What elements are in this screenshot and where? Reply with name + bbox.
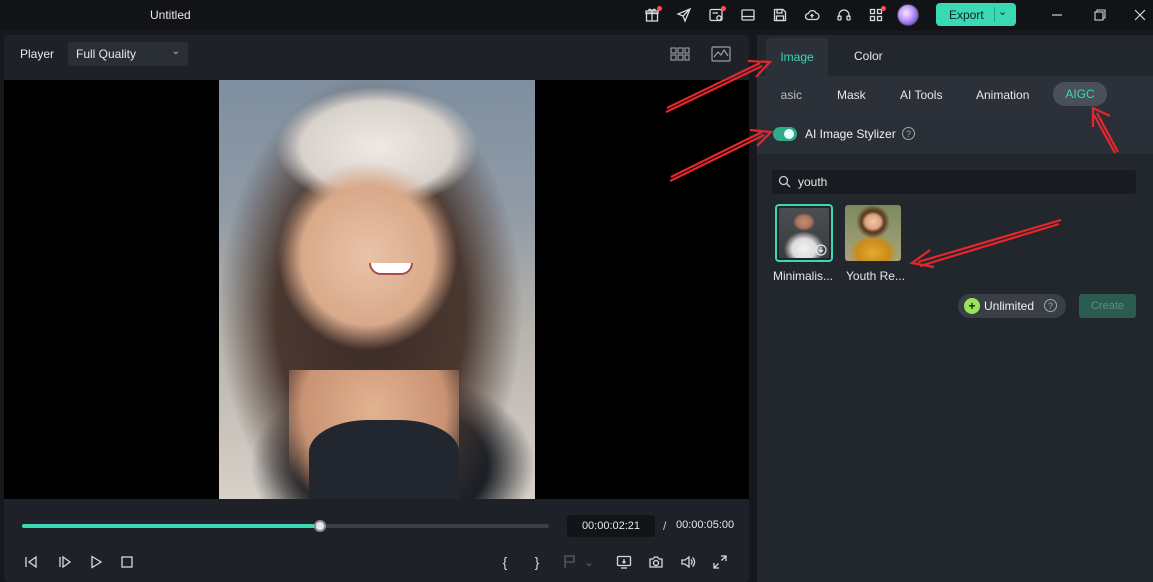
style-preview-image (845, 205, 901, 261)
restore-icon[interactable] (1089, 4, 1111, 26)
save-icon[interactable] (770, 5, 790, 25)
mark-in-button[interactable]: { (494, 551, 516, 573)
tab-image[interactable]: Image (766, 38, 828, 76)
gift-icon[interactable] (642, 5, 662, 25)
next-frame-icon[interactable] (53, 551, 75, 573)
notification-dot (721, 6, 726, 11)
chevron-down-icon: ⌄ (583, 555, 595, 569)
subtab-animation[interactable]: Animation (976, 88, 1029, 102)
grid-icon[interactable] (866, 5, 886, 25)
search-input[interactable] (798, 172, 1128, 192)
progress-handle[interactable] (314, 520, 327, 532)
ai-image-stylizer-toggle[interactable] (773, 127, 797, 141)
ai-image-stylizer-row: AI Image Stylizer ? (757, 114, 1153, 154)
player-panel: Player Full Quality ⌄ 00:00:02:21 / 00:0… (4, 35, 749, 582)
stop-icon[interactable] (116, 551, 138, 573)
style-label-youth: Youth Re... (846, 269, 905, 283)
search-icon (778, 175, 791, 191)
snapshot-icon[interactable] (645, 551, 667, 573)
avatar[interactable] (897, 4, 919, 26)
notification-dot (657, 6, 662, 11)
volume-icon[interactable] (677, 551, 699, 573)
waveform-icon[interactable] (710, 45, 732, 63)
create-button[interactable]: Create (1079, 294, 1136, 318)
chevron-down-icon[interactable]: ⌄ (998, 5, 1007, 18)
subtab-mask[interactable]: Mask (837, 88, 866, 102)
properties-panel: Image Color asic Mask AI Tools Animation… (757, 35, 1153, 582)
notification-dot (881, 6, 886, 11)
previous-frame-icon[interactable] (20, 551, 42, 573)
quality-select[interactable]: Full Quality ⌄ (68, 42, 188, 66)
style-thumbnail-youth[interactable] (844, 204, 902, 262)
plus-icon: + (964, 298, 980, 314)
export-button[interactable]: Export ⌄ (936, 3, 1016, 26)
close-icon[interactable] (1129, 4, 1151, 26)
subtab-basic[interactable]: asic (757, 88, 802, 102)
subtab-ai-tools[interactable]: AI Tools (900, 88, 942, 102)
ai-image-stylizer-label: AI Image Stylizer (805, 127, 896, 141)
task-icon[interactable] (706, 5, 726, 25)
subtab-bar: asic Mask AI Tools Animation AIGC (757, 76, 1153, 114)
grid-view-icon[interactable] (669, 45, 691, 63)
mark-out-button[interactable]: } (526, 551, 548, 573)
quality-value: Full Quality (76, 47, 137, 61)
current-timecode[interactable]: 00:00:02:21 (567, 515, 655, 537)
marker-icon (559, 551, 581, 573)
player-label: Player (20, 47, 55, 61)
help-icon[interactable]: ? (1044, 299, 1057, 312)
subtab-aigc[interactable]: AIGC (1053, 82, 1107, 106)
cloud-upload-icon[interactable] (802, 5, 822, 25)
timecode-separator: / (663, 519, 667, 533)
play-icon[interactable] (85, 551, 107, 573)
title-bar: Untitled Export ⌄ (0, 0, 1153, 30)
export-divider (994, 7, 995, 22)
video-viewport[interactable] (4, 80, 749, 499)
window-title: Untitled (150, 8, 191, 22)
export-label: Export (949, 7, 984, 22)
style-label-minimalist: Minimalis... (773, 269, 834, 283)
unlimited-label: Unlimited (984, 299, 1035, 313)
tab-color[interactable]: Color (854, 49, 883, 63)
help-icon[interactable]: ? (902, 127, 915, 140)
send-icon[interactable] (674, 5, 694, 25)
layout-icon[interactable] (738, 5, 758, 25)
download-icon[interactable] (814, 243, 828, 257)
fullscreen-icon[interactable] (709, 551, 731, 573)
headset-icon[interactable] (834, 5, 854, 25)
progress-fill (22, 524, 321, 528)
display-settings-icon[interactable] (613, 551, 635, 573)
style-search[interactable] (772, 170, 1136, 194)
total-timecode: 00:00:05:00 (676, 519, 735, 531)
preview-image (219, 80, 535, 499)
unlimited-badge: + Unlimited ? (958, 294, 1066, 318)
toggle-knob (784, 129, 794, 139)
style-thumbnail-minimalist[interactable] (775, 204, 833, 262)
playback-progress-bar[interactable] (22, 520, 549, 532)
minimize-icon[interactable] (1046, 4, 1068, 26)
chevron-down-icon: ⌄ (171, 46, 180, 57)
